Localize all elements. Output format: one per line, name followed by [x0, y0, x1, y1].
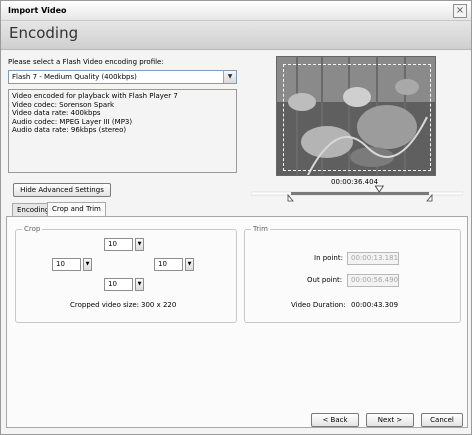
crop-bottom-stepper[interactable]: 10 ▼ — [104, 278, 144, 291]
header-band: Encoding — [1, 21, 471, 50]
trim-scrubber[interactable] — [251, 185, 463, 207]
crop-right-input[interactable]: 10 — [154, 258, 183, 271]
cropped-size-value: 300 x 220 — [141, 301, 177, 309]
tab-crop-and-trim[interactable]: Crop and Trim — [47, 202, 106, 216]
chevron-down-icon[interactable]: ▼ — [135, 278, 144, 291]
cancel-button[interactable]: Cancel — [421, 413, 463, 427]
crop-right-stepper[interactable]: 10 ▼ — [154, 258, 194, 271]
video-preview — [276, 56, 436, 176]
video-duration-value: 00:00:43.309 — [351, 301, 399, 309]
description-line: Audio data rate: 96kbps (stereo) — [12, 126, 127, 135]
close-button[interactable]: × — [453, 4, 467, 18]
window-title: Import Video — [8, 6, 67, 15]
crop-region-outline[interactable] — [283, 64, 431, 171]
profile-selected-value: Flash 7 - Medium Quality (400kbps) — [12, 73, 137, 81]
trim-legend: Trim — [253, 225, 268, 233]
description-line: Video codec: Sorenson Spark — [12, 100, 115, 109]
crop-legend: Crop — [24, 225, 41, 233]
chevron-down-icon[interactable]: ▼ — [83, 258, 92, 271]
import-video-dialog: Import Video × Encoding Please select a … — [0, 0, 472, 435]
out-point-field: 00:00:56.490 — [347, 274, 399, 287]
crop-bottom-input[interactable]: 10 — [104, 278, 133, 291]
in-point-marker[interactable] — [287, 193, 294, 202]
chevron-down-icon[interactable]: ▼ — [223, 71, 236, 83]
encoding-profile-dropdown[interactable]: Flash 7 - Medium Quality (400kbps) ▼ — [8, 70, 237, 84]
crop-left-stepper[interactable]: 10 ▼ — [52, 258, 92, 271]
back-button[interactable]: < Back — [311, 413, 359, 427]
profile-description: Video encoded for playback with Flash Pl… — [8, 89, 237, 173]
video-duration-label: Video Duration: — [291, 301, 346, 309]
description-line: Video encoded for playback with Flash Pl… — [12, 92, 178, 100]
tab-panel-crop-and-trim: Crop 10 ▼ 10 ▼ 10 ▼ 10 ▼ Cropped video s… — [6, 216, 468, 428]
description-line: Audio codec: MPEG Layer III (MP3) — [12, 117, 133, 126]
crop-left-input[interactable]: 10 — [52, 258, 81, 271]
in-point-field: 00:00:13.181 — [347, 252, 399, 265]
profile-prompt: Please select a Flash Video encoding pro… — [8, 58, 164, 66]
out-point-label: Out point: — [307, 276, 343, 284]
crop-top-input[interactable]: 10 — [104, 238, 133, 251]
title-bar: Import Video × — [1, 1, 471, 21]
crop-top-stepper[interactable]: 10 ▼ — [104, 238, 144, 251]
cropped-size-label: Cropped video size: — [70, 301, 140, 309]
chevron-down-icon[interactable]: ▼ — [135, 238, 144, 251]
next-button[interactable]: Next > — [366, 413, 414, 427]
hide-advanced-settings-button[interactable]: Hide Advanced Settings — [13, 183, 111, 197]
playhead-marker[interactable] — [374, 185, 385, 193]
out-point-marker[interactable] — [426, 193, 433, 202]
description-line: Video data rate: 400kbps — [12, 109, 101, 118]
chevron-down-icon[interactable]: ▼ — [185, 258, 194, 271]
page-title: Encoding — [9, 24, 79, 42]
in-point-label: In point: — [314, 254, 343, 262]
